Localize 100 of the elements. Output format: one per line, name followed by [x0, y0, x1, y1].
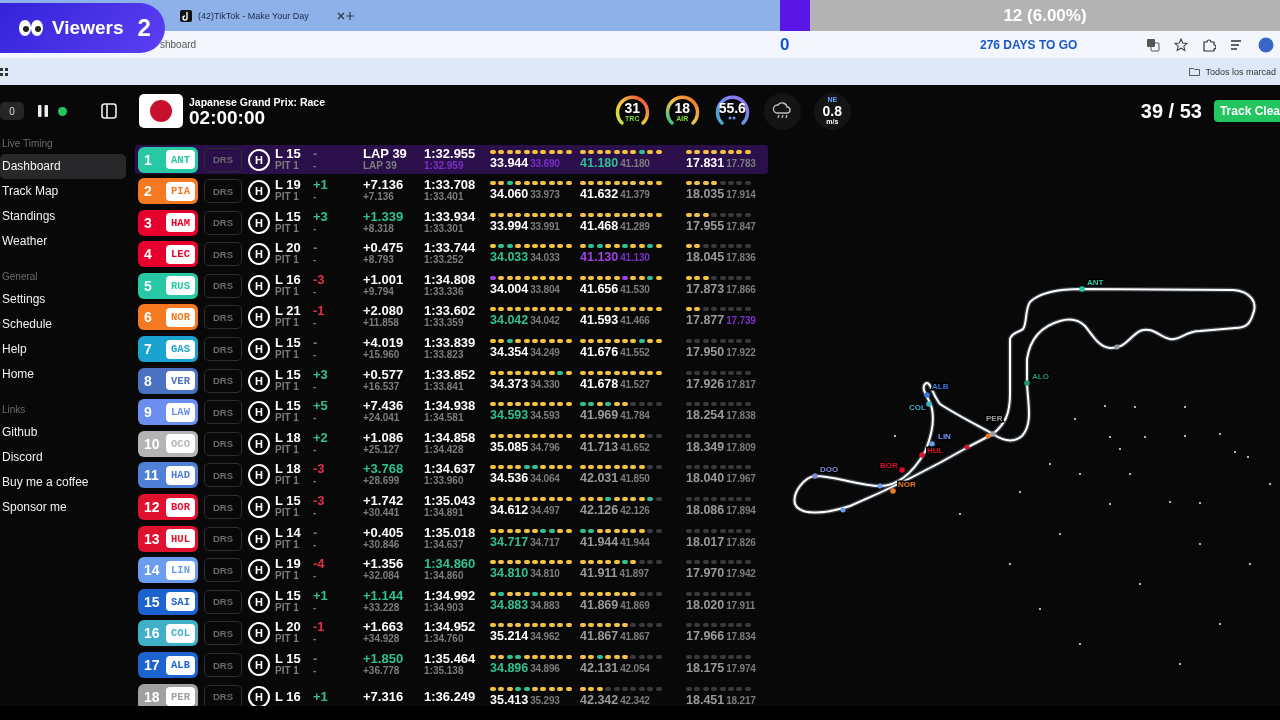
sector-best-time: 17.922: [726, 347, 756, 360]
nav-item[interactable]: Schedule: [0, 312, 126, 337]
sector-best-time: 34.883: [530, 599, 560, 612]
sector-time: 41.130: [580, 251, 619, 264]
driver-label: BOR: [880, 461, 898, 470]
sector-time: 17.966: [686, 630, 725, 643]
sector-time: 41.713: [580, 440, 619, 453]
bookmark-folder[interactable]: Todos los marcad: [1189, 66, 1276, 77]
driver-tag[interactable]: 11 HAD: [138, 462, 198, 489]
interval-time: +28.699: [363, 475, 401, 488]
driver-tag[interactable]: 3 HAM: [138, 209, 198, 236]
nav-item[interactable]: Dashboard: [0, 154, 126, 179]
lap-count: L 15: [275, 495, 302, 508]
sector-time: 34.717: [490, 535, 529, 548]
lap-time: 1:34.952: [424, 621, 477, 634]
puzzle-icon[interactable]: [1202, 37, 1216, 52]
driver-code: PIA: [166, 181, 195, 201]
driver-code: LAW: [166, 402, 195, 422]
plus-icon[interactable]: [345, 10, 355, 21]
sector-best-time: 34.717: [530, 536, 560, 549]
lap-counter: 39 / 53: [1140, 99, 1202, 123]
driver-code: HUL: [166, 529, 195, 549]
sector-time: 18.086: [686, 504, 725, 517]
position-change-sub: -: [313, 254, 318, 267]
position-change: +1: [313, 690, 329, 703]
eyes-icon: [18, 19, 44, 37]
sector-best-time: 17.866: [726, 283, 756, 296]
nav-item[interactable]: Standings: [0, 204, 126, 229]
sector-time: 41.656: [580, 282, 619, 295]
interval-time: +7.136: [363, 191, 395, 204]
nav-item[interactable]: Sponsor me: [0, 495, 126, 520]
driver-tag[interactable]: 15 SAI: [138, 588, 198, 615]
avatar-icon[interactable]: [1258, 36, 1274, 53]
drs-indicator: DRS: [204, 431, 242, 456]
nav-item[interactable]: Settings: [0, 287, 126, 312]
sector-best-time: 41.869: [620, 599, 650, 612]
sector-time: 17.926: [686, 377, 725, 390]
nav-item[interactable]: Help: [0, 337, 126, 362]
sector-time: 17.970: [686, 567, 725, 580]
position-change: -: [313, 147, 319, 160]
best-lap-time: 1:33.359: [424, 317, 465, 330]
interval-time: +30.846: [363, 538, 401, 551]
browser-tab[interactable]: (42)TikTok - Make Your Day: [180, 9, 345, 22]
nav-item[interactable]: Track Map: [0, 179, 126, 204]
driver-tag[interactable]: 8 VER: [138, 367, 198, 394]
delay-field[interactable]: 0: [0, 102, 24, 120]
wind-speed: 0.8: [822, 104, 842, 118]
driver-tag[interactable]: 13 HUL: [138, 525, 198, 552]
nav-item[interactable]: Discord: [0, 445, 126, 470]
sector-time: 34.612: [490, 504, 529, 517]
translate-icon[interactable]: [1146, 37, 1160, 52]
pit-count: PIT 1: [275, 601, 300, 614]
list-icon[interactable]: [1230, 37, 1244, 52]
best-lap-time: 1:35.138: [424, 665, 465, 677]
lap-count: L 18: [275, 431, 302, 444]
driver-code: HAM: [166, 213, 195, 233]
nav-item[interactable]: Home: [0, 362, 126, 387]
sector-best-time: 34.497: [530, 505, 560, 518]
nav-item[interactable]: Buy me a coffee: [0, 470, 126, 495]
pause-icon[interactable]: [38, 105, 48, 117]
position-change: +2: [313, 431, 329, 444]
lap-count: L 15: [275, 147, 302, 160]
sector-best-time: 41.552: [620, 347, 650, 360]
drs-indicator: DRS: [204, 210, 242, 235]
viewers-label: Viewers: [52, 17, 124, 39]
sector-best-time: 17.783: [726, 157, 756, 170]
position-number: 14: [144, 562, 160, 579]
sector-time: 34.896: [490, 662, 529, 674]
star-icon[interactable]: [1174, 37, 1188, 52]
driver-tag[interactable]: 12 BOR: [138, 494, 198, 521]
tyre-compound: H: [248, 559, 270, 582]
sector-best-time: 41.530: [620, 283, 650, 296]
best-lap-time: 1:34.581: [424, 412, 465, 425]
apps-icon[interactable]: [0, 67, 8, 76]
interval-time: LAP 39: [363, 159, 398, 172]
drs-indicator: DRS: [204, 273, 242, 298]
nav-item[interactable]: Github: [0, 420, 126, 445]
drs-indicator: DRS: [204, 589, 242, 614]
tyre-compound: H: [248, 243, 270, 266]
position-change: -: [313, 526, 319, 539]
sidebar-toggle-icon[interactable]: [101, 103, 117, 119]
sector-best-time: 34.033: [530, 252, 560, 265]
lap-time: 1:35.043: [424, 495, 477, 508]
driver-tag[interactable]: 4 LEC: [138, 241, 198, 268]
drs-indicator: DRS: [204, 242, 242, 267]
position-change-sub: -: [313, 380, 318, 393]
sector-time: 34.060: [490, 188, 529, 201]
sector-best-time: 17.942: [726, 568, 756, 581]
position-number: 8: [144, 372, 152, 389]
gap-time: +7.436: [363, 400, 405, 413]
position-change-sub: -: [313, 159, 318, 172]
nav-item[interactable]: Weather: [0, 229, 126, 254]
driver-tag[interactable]: 9 LAW: [138, 399, 198, 426]
driver-tag[interactable]: 7 GAS: [138, 336, 198, 363]
pit-count: PIT 1: [275, 570, 300, 583]
position-change: +1: [313, 589, 329, 602]
sector-best-time: 34.042: [530, 315, 560, 328]
sector-time: 42.031: [580, 472, 619, 485]
driver-tag[interactable]: 17 ALB: [138, 652, 198, 678]
close-icon[interactable]: [337, 11, 345, 20]
